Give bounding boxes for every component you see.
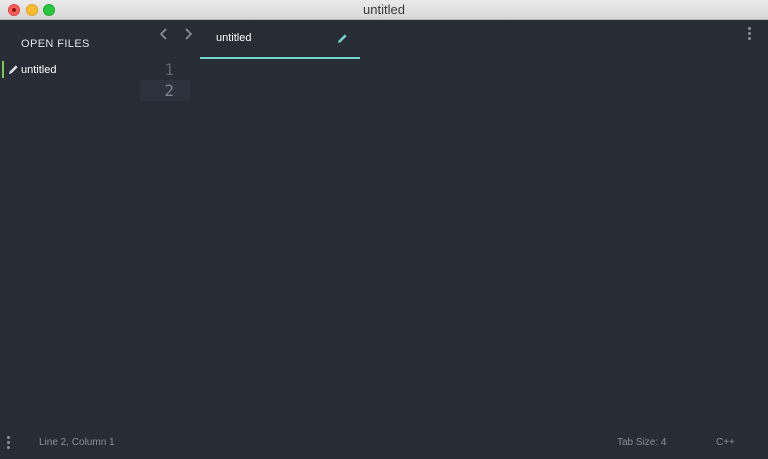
sidebar-item-untitled[interactable]: untitled	[0, 60, 140, 80]
tab-label: untitled	[216, 32, 252, 44]
status-bar: Line 2, Column 1 Tab Size: 4 C++	[0, 428, 768, 459]
title-bar: untitled	[0, 0, 768, 20]
line-number-gutter: 1 2	[140, 59, 190, 101]
line-number: 1	[164, 60, 174, 79]
sidebar-toggle-icon[interactable]	[7, 436, 11, 452]
sidebar-heading: OPEN FILES	[21, 38, 90, 50]
syntax-selector[interactable]: C++	[716, 437, 735, 448]
pencil-icon	[338, 34, 347, 43]
window-title: untitled	[363, 2, 405, 17]
tab-size-selector[interactable]: Tab Size: 4	[617, 437, 666, 448]
chevron-right-icon[interactable]	[181, 27, 195, 41]
pencil-icon	[9, 65, 18, 74]
more-vertical-icon[interactable]	[748, 27, 752, 43]
active-file-marker	[2, 61, 4, 78]
chevron-left-icon[interactable]	[157, 27, 171, 41]
sidebar-item-label: untitled	[21, 64, 57, 76]
line-number-active: 2	[140, 80, 190, 101]
editor-text-area[interactable]	[190, 59, 768, 428]
sidebar: OPEN FILES untitled	[0, 20, 140, 428]
tab-untitled[interactable]: untitled	[200, 20, 360, 59]
cursor-position: Line 2, Column 1	[39, 437, 115, 448]
